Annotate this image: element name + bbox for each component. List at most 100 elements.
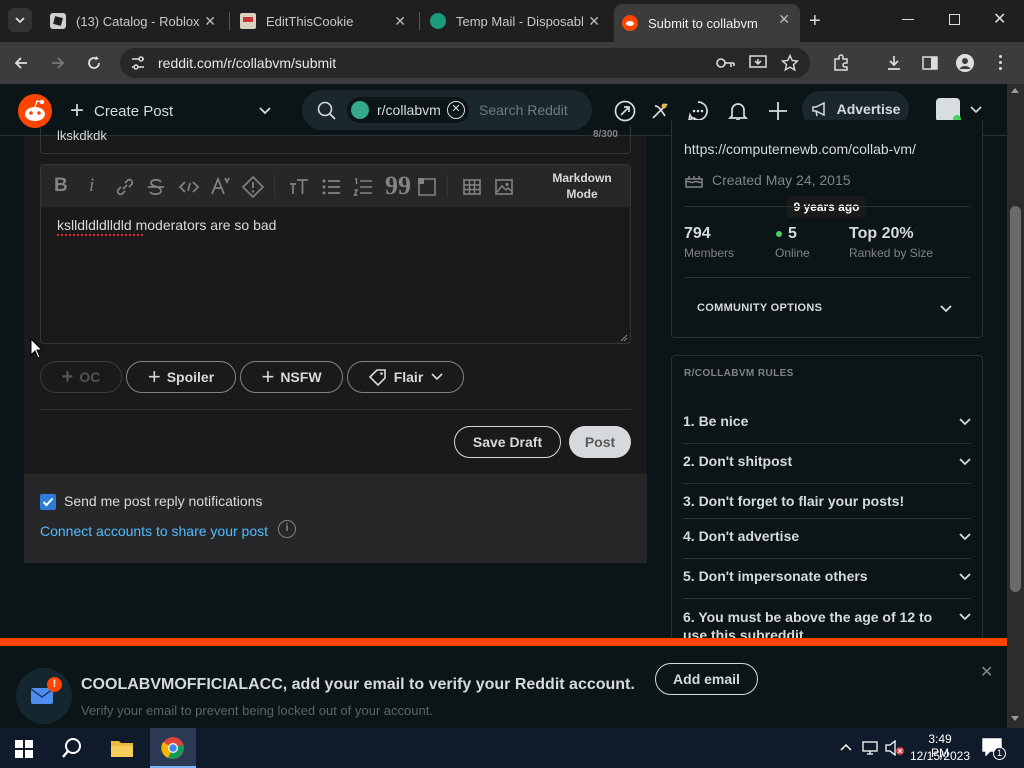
file-explorer-icon[interactable] (110, 738, 134, 758)
info-icon[interactable]: i (278, 520, 296, 538)
rule-item[interactable]: 4. Don't advertise (683, 528, 971, 546)
windows-start-icon[interactable] (15, 740, 33, 758)
notification-bell-icon[interactable] (727, 100, 749, 122)
community-options-toggle[interactable]: COMMUNITY OPTIONS (684, 296, 970, 320)
nsfw-tag-button[interactable]: + NSFW (240, 361, 343, 393)
rule-item[interactable]: 6. You must be above the age of 12 to us… (683, 608, 971, 638)
scrollbar-thumb[interactable] (1010, 206, 1021, 592)
close-tab-icon[interactable]: ✕ (394, 13, 406, 30)
add-email-button[interactable]: Add email (655, 663, 758, 695)
numbered-list-icon[interactable] (353, 177, 373, 197)
bulleted-list-icon[interactable] (321, 177, 341, 197)
resize-handle-icon[interactable] (619, 333, 628, 342)
close-banner-icon[interactable]: ✕ (980, 662, 993, 682)
tag-icon (368, 369, 386, 386)
inline-code-icon[interactable] (178, 177, 200, 197)
chevron-down-icon (959, 458, 971, 466)
create-post-dropdown[interactable]: + Create Post (70, 98, 280, 124)
spoiler-icon[interactable] (242, 176, 264, 198)
close-window-button[interactable]: ✕ (993, 9, 1006, 29)
extensions-icon[interactable] (832, 54, 850, 72)
chrome-taskbar-button[interactable] (150, 728, 196, 768)
reload-icon[interactable] (86, 55, 102, 71)
chevron-down-icon (959, 613, 971, 621)
rules-heading: R/COLLABVM RULES (684, 368, 794, 379)
body-text: kslldldldlldld moderators are so bad (57, 217, 277, 233)
search-bar[interactable]: r/collabvm ✕ Search Reddit (302, 90, 592, 130)
connect-accounts-link[interactable]: Connect accounts to share your post (40, 523, 268, 539)
bookmark-star-icon[interactable] (781, 54, 799, 72)
notification-count-badge: 1 (993, 747, 1006, 760)
oc-label: OC (79, 369, 101, 385)
superscript-icon[interactable] (210, 176, 232, 196)
bold-icon[interactable]: B (54, 175, 68, 197)
community-chip[interactable]: r/collabvm ✕ (347, 97, 469, 123)
volume-muted-icon[interactable] (885, 740, 905, 756)
table-icon[interactable] (462, 177, 482, 197)
title-input[interactable]: lkskdkdk 8/300 (40, 126, 631, 154)
formatting-toolbar: B i 99 Markdown Mode (41, 165, 630, 207)
chrome-menu-icon[interactable] (999, 55, 1003, 70)
minimize-button[interactable] (902, 19, 914, 20)
strikethrough-icon[interactable] (146, 177, 166, 197)
notification-checkbox[interactable] (40, 494, 56, 510)
code-block-icon[interactable] (417, 177, 437, 197)
forward-icon[interactable] (50, 55, 66, 71)
side-panel-icon[interactable] (921, 54, 939, 72)
site-info-icon[interactable] (130, 56, 146, 70)
install-app-icon[interactable] (749, 55, 767, 71)
oc-tag-button[interactable]: + OC (40, 361, 122, 393)
browser-tab-strip: (13) Catalog - Roblox ✕ EditThisCookie ✕… (0, 0, 1024, 42)
close-tab-icon[interactable]: ✕ (778, 11, 790, 28)
close-tab-icon[interactable]: ✕ (204, 13, 216, 30)
image-icon[interactable] (494, 177, 514, 197)
back-icon[interactable] (13, 55, 29, 71)
heading-icon[interactable] (289, 178, 309, 196)
profile-icon[interactable] (955, 53, 975, 73)
address-bar[interactable]: reddit.com/r/collabvm/submit (120, 48, 810, 78)
post-button[interactable]: Post (569, 426, 631, 458)
markdown-mode-button[interactable]: Markdown Mode (544, 170, 620, 202)
quote-block-icon[interactable]: 99 (385, 171, 411, 201)
community-link[interactable]: https://computernewb.com/collab-vm/ (684, 141, 916, 157)
reddit-logo-icon[interactable] (18, 94, 52, 128)
premium-icon[interactable] (649, 100, 671, 122)
chat-icon[interactable] (687, 100, 709, 122)
tab-roblox[interactable]: (13) Catalog - Roblox ✕ (42, 6, 226, 36)
browser-toolbar: reddit.com/r/collabvm/submit (0, 42, 1024, 84)
rule-item[interactable]: 2. Don't shitpost (683, 453, 971, 471)
italic-icon[interactable]: i (89, 175, 94, 197)
show-hidden-icons-chevron-icon[interactable] (840, 743, 852, 751)
page-scrollbar[interactable] (1007, 84, 1024, 728)
network-icon[interactable] (862, 740, 880, 756)
clock-date[interactable]: 12/15/2023 (909, 749, 971, 763)
spoiler-tag-button[interactable]: + Spoiler (126, 361, 236, 393)
search-icon[interactable] (61, 737, 83, 759)
rule-item[interactable]: 1. Be nice (683, 413, 971, 431)
new-tab-button[interactable]: + (809, 10, 821, 33)
action-center-button[interactable]: 1 (982, 738, 1006, 760)
scroll-down-arrow[interactable] (1011, 716, 1019, 721)
popular-icon[interactable] (614, 100, 636, 122)
body-editor[interactable]: B i 99 Markdown Mode kslldldldlldld mode… (40, 164, 631, 344)
create-plus-icon[interactable] (767, 100, 789, 122)
tab-search-button[interactable] (8, 8, 32, 32)
close-tab-icon[interactable]: ✕ (588, 13, 600, 30)
password-key-icon[interactable] (716, 56, 736, 70)
flair-label: Flair (393, 369, 424, 385)
tab-submit-collabvm[interactable]: Submit to collabvm ✕ (614, 4, 800, 42)
scroll-up-arrow[interactable] (1011, 88, 1019, 93)
flair-button[interactable]: Flair (347, 361, 464, 393)
tab-editthiscookie[interactable]: EditThisCookie ✕ (232, 6, 416, 36)
link-icon[interactable] (115, 177, 135, 197)
clear-chip-icon[interactable]: ✕ (447, 101, 465, 119)
tab-temp-mail[interactable]: Temp Mail - Disposabl ✕ (422, 6, 610, 36)
megaphone-icon (811, 101, 825, 117)
rule-item[interactable]: 3. Don't forget to flair your posts! (683, 493, 971, 511)
restore-button[interactable] (949, 14, 960, 25)
plus-icon: + (61, 366, 74, 388)
download-icon[interactable] (885, 54, 903, 72)
rule-item[interactable]: 5. Don't impersonate others (683, 568, 971, 586)
save-draft-button[interactable]: Save Draft (454, 426, 561, 458)
url-text: reddit.com/r/collabvm/submit (158, 55, 337, 71)
